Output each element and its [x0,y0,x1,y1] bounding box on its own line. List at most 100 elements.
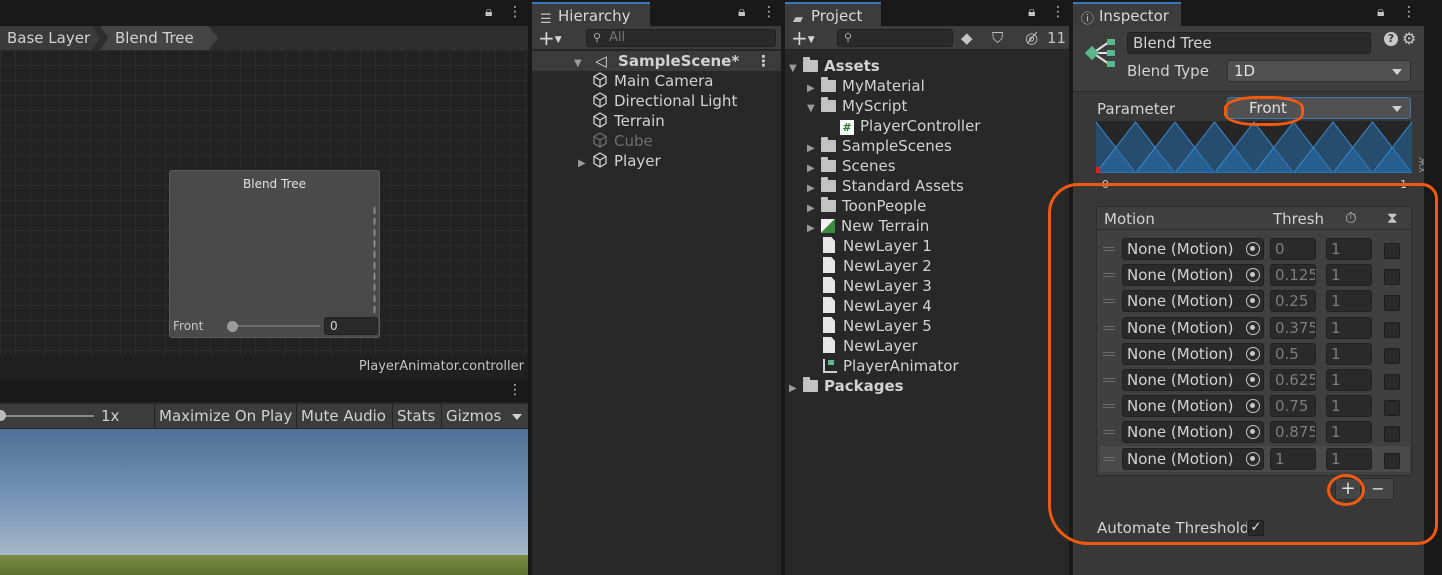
blend-tree-node[interactable]: Blend Tree Front 0 [169,170,380,338]
scale-slider-thumb[interactable] [0,410,6,421]
create-button[interactable]: +▼ [538,26,562,52]
more-menu-icon[interactable]: ⋮ [1402,4,1416,20]
project-folder[interactable]: ▶ MyMaterial [807,76,925,96]
maximize-on-play-button[interactable]: Maximize On Play [154,404,296,428]
project-layer[interactable]: NewLayer 5 [823,316,932,336]
expand-icon[interactable]: ▶ [789,379,803,399]
project-folder[interactable]: ▶ Standard Assets [807,176,964,196]
hierarchy-panel: ☰ Hierarchy 🔒︎ ⋮ +▼ ⚲ All ▼ ◁ SampleScen… [532,0,781,575]
project-search-input[interactable]: ⚲ [837,29,953,47]
tab-inspector-label: Inspector [1099,7,1169,25]
file-icon [823,297,835,313]
tab-project[interactable]: ▰ Project [785,2,881,27]
hidden-count: 11 [1047,29,1067,47]
hierarchy-item[interactable]: Cube [592,131,653,151]
scene-menu-icon[interactable]: ⋮ [756,51,771,71]
project-animator[interactable]: PlayerAnimator [823,356,959,376]
gizmos-dropdown-arrow[interactable] [512,414,522,420]
node-param-label: Front [173,319,204,333]
collapse-icon[interactable]: ▼ [574,54,588,74]
csharp-script-icon: # [840,120,854,135]
object-name-field[interactable]: Blend Tree [1127,32,1371,54]
hierarchy-search-input[interactable]: ⚲ All [586,29,776,47]
expand-icon[interactable]: ▼ [789,59,803,79]
blend-graph[interactable] [1096,121,1412,173]
project-folder[interactable]: ▶ ToonPeople [807,196,926,216]
expand-icon[interactable]: ▶ [807,219,821,239]
animator-label: PlayerAnimator [843,357,959,375]
project-layer[interactable]: NewLayer 2 [823,256,932,276]
packages-folder[interactable]: ▶ Packages [789,376,904,396]
folder-icon [803,377,818,392]
animator-tabbar: 🔒︎ ⋮ [0,0,528,26]
file-icon [823,337,835,353]
hierarchy-item-label: Main Camera [614,72,714,90]
hierarchy-item[interactable]: Main Camera [592,71,713,91]
gameobject-cube-icon [593,132,607,148]
hierarchy-item[interactable]: Directional Light [592,91,737,111]
stats-button[interactable]: Stats [392,404,439,428]
hierarchy-item-label: Directional Light [614,92,738,110]
project-folder[interactable]: ▶ Scenes [807,156,896,176]
gameobject-cube-icon [593,72,607,88]
more-menu-icon[interactable]: ⋮ [508,4,522,20]
project-toolbar: +▼ ⚲ ◆ ⛉ ◎̸ 11 [785,26,1069,50]
lock-icon[interactable]: 🔒︎ [1028,4,1035,20]
lock-icon[interactable]: 🔒︎ [738,4,745,20]
help-icon[interactable]: ? [1384,32,1398,46]
project-layer[interactable]: NewLayer [823,336,918,356]
chevron-down-icon [1392,69,1402,75]
game-viewport[interactable] [0,429,528,575]
project-script[interactable]: # PlayerController [840,116,980,136]
node-param-value[interactable]: 0 [324,317,378,335]
more-menu-icon[interactable]: ⋮ [1051,4,1065,20]
search-placeholder: All [609,30,626,45]
project-folder[interactable]: ▶ SampleScenes [807,136,952,156]
layer-label: NewLayer 4 [843,297,932,315]
assets-folder[interactable]: ▼ Assets [785,56,880,76]
expand-icon[interactable]: ▶ [578,154,592,174]
parameter-label: Parameter [1097,100,1176,118]
tab-hierarchy[interactable]: ☰ Hierarchy [532,2,650,27]
game-tabbar: ⋮ [0,380,528,402]
hidden-toggle-icon[interactable]: ◎̸ [1025,29,1038,47]
breadcrumb-base-layer[interactable]: Base Layer [0,26,100,50]
project-tabbar: ▰ Project 🔒︎ ⋮ [785,0,1069,27]
hierarchy-item[interactable]: Terrain [592,111,665,131]
gizmos-button[interactable]: Gizmos [441,404,505,428]
project-layer[interactable]: NewLayer 1 [823,236,932,256]
animator-panel: 🔒︎ ⋮ Base Layer Blend Tree Blend Tree Fr… [0,0,528,380]
hierarchy-tabbar: ☰ Hierarchy 🔒︎ ⋮ [532,0,781,27]
blend-type-dropdown[interactable]: 1D [1227,60,1411,82]
tab-inspector[interactable]: ⓘ Inspector [1073,2,1181,27]
project-layer[interactable]: NewLayer 3 [823,276,932,296]
search-icon: ⚲ [593,31,602,44]
blend-type-label: Blend Type [1127,62,1209,80]
filter-by-type-icon[interactable]: ◆ [961,29,973,47]
lock-icon[interactable]: 🔒︎ [1377,4,1384,20]
more-menu-icon[interactable]: ⋮ [508,382,522,398]
project-terrain[interactable]: ▶ New Terrain [807,216,929,236]
scene-row[interactable]: ▼ ◁ SampleScene* ⋮ [532,51,781,71]
node-slider-thumb[interactable] [227,321,238,332]
mute-audio-button[interactable]: Mute Audio [296,404,390,428]
hierarchy-item[interactable]: ▶ Player [578,151,661,171]
scale-slider-track[interactable] [0,415,94,417]
animator-controller-icon [823,359,837,373]
expand-icon[interactable]: ▼ [807,99,821,119]
terrain-asset-icon [821,219,835,233]
filter-by-label-icon[interactable]: ⛉ [992,29,1003,47]
create-asset-button[interactable]: +▼ [791,26,815,52]
breadcrumb: Base Layer Blend Tree [0,26,528,50]
more-menu-icon[interactable]: ⋮ [762,4,776,20]
controller-filename: PlayerAnimator.controller [358,359,524,374]
chevron-down-icon [1392,106,1402,112]
node-param-slider[interactable] [232,325,320,327]
project-layer[interactable]: NewLayer 4 [823,296,932,316]
gear-icon[interactable]: ⚙ [1402,29,1416,48]
breadcrumb-blend-tree[interactable]: Blend Tree [100,26,218,50]
layer-label: NewLayer 1 [843,237,932,255]
annotation-circle-parameter [1224,96,1304,126]
project-folder[interactable]: ▼ MyScript [807,96,907,116]
lock-icon[interactable]: 🔒︎ [485,4,492,20]
